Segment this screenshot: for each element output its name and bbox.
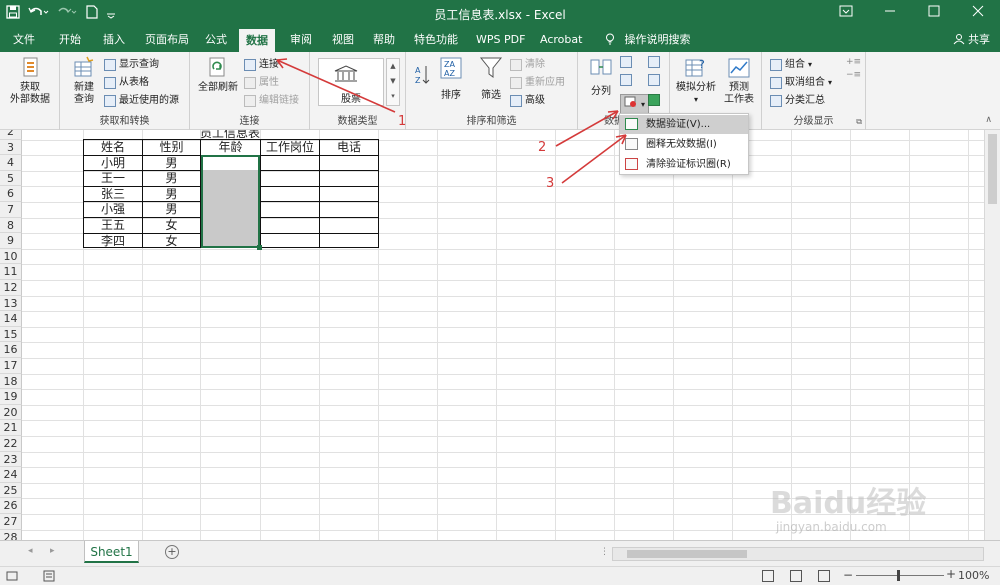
annotation-1: 1	[398, 114, 407, 129]
zoom-slider-thumb[interactable]	[897, 570, 900, 581]
zoom-out-icon[interactable]: −	[843, 568, 853, 582]
zoom-slider[interactable]	[856, 575, 944, 576]
status-bar: − + 100%	[0, 566, 1000, 585]
zoom-in-icon[interactable]: +	[946, 567, 956, 581]
watermark-baidu: Baidu经验	[770, 486, 927, 521]
annotation-2: 2	[538, 140, 547, 155]
page-break-view-icon[interactable]	[818, 570, 830, 582]
sheet-tab-sheet1[interactable]: Sheet1	[84, 541, 139, 563]
normal-view-icon[interactable]	[762, 570, 774, 582]
hscroll-thumb[interactable]	[627, 550, 747, 558]
sheet-nav-next-icon[interactable]: ▸	[50, 546, 55, 556]
zoom-level[interactable]: 100%	[958, 569, 989, 582]
annotation-3: 3	[546, 176, 555, 191]
sheet-tab-bar: ◂ ▸ Sheet1 + ⋮	[0, 540, 1000, 566]
ready-status	[6, 569, 56, 585]
sheet-nav-prev-icon[interactable]: ◂	[28, 546, 33, 556]
split-handle-icon[interactable]: ⋮	[600, 547, 609, 557]
add-sheet-icon[interactable]: +	[165, 545, 179, 559]
page-layout-view-icon[interactable]	[790, 570, 802, 582]
watermark-url: jingyan.baidu.com	[776, 520, 887, 534]
horizontal-scrollbar[interactable]	[612, 547, 984, 561]
